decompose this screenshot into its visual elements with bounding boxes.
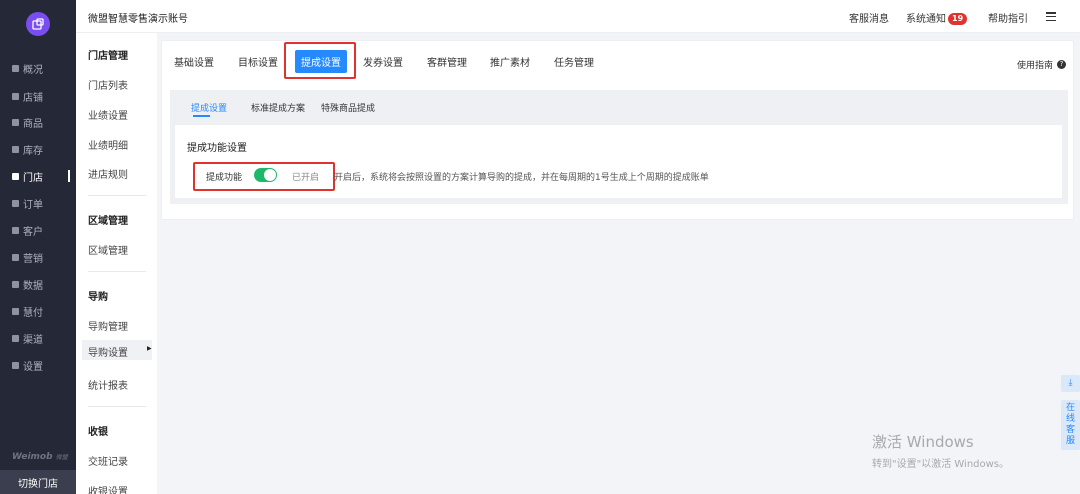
notice-count-badge: 19 xyxy=(948,13,968,25)
sub-nav-item[interactable]: 业绩设置 xyxy=(88,107,128,122)
sub-nav-item[interactable]: 区域管理 xyxy=(88,242,128,257)
brand-name: Weimob xyxy=(12,452,53,462)
divider xyxy=(88,406,146,407)
nav-label: 订单 xyxy=(23,199,43,211)
settings-area: 提成设置 标准提成方案 特殊商品提成 提成功能设置 提成功能 已开启 开启后，系… xyxy=(170,90,1068,204)
tab-basic-settings[interactable]: 基础设置 xyxy=(174,54,214,69)
nav-label: 门店 xyxy=(23,172,43,184)
sub-nav-section-title: 区域管理 xyxy=(88,216,128,227)
tab-promotion-materials[interactable]: 推广素材 xyxy=(490,54,530,69)
sub-nav-item[interactable]: 统计报表 xyxy=(88,377,128,392)
highlight-box xyxy=(284,42,356,79)
nav-item-pay[interactable]: 慧付 xyxy=(12,303,72,319)
nav-label: 客户 xyxy=(23,226,43,238)
service-message-link[interactable]: 客服消息 xyxy=(849,10,889,25)
subtab-special-goods[interactable]: 特殊商品提成 xyxy=(321,101,375,114)
nav-label: 慧付 xyxy=(23,307,43,319)
nav-label: 设置 xyxy=(23,361,43,373)
divider xyxy=(88,271,146,272)
nav-label: 商品 xyxy=(23,118,43,130)
windows-activation-watermark: 激活 Windows 转到"设置"以激活 Windows。 xyxy=(872,431,1009,470)
tab-coupon-settings[interactable]: 发券设置 xyxy=(363,54,403,69)
download-icon[interactable]: ⤓ xyxy=(1061,375,1080,392)
sub-nav-section-title: 门店管理 xyxy=(88,51,128,62)
system-notice-label: 系统通知 xyxy=(906,14,946,25)
sub-nav-item[interactable]: 交班记录 xyxy=(88,453,128,468)
online-service-label: 在线客服 xyxy=(1065,403,1075,446)
nav-item-settings[interactable]: 设置 xyxy=(12,357,72,373)
order-icon xyxy=(12,199,19,207)
watermark-title: 激活 Windows xyxy=(872,433,974,451)
stock-icon xyxy=(12,145,19,153)
sub-nav-section-title: 收银 xyxy=(88,427,108,438)
main-panel: 基础设置 目标设置 提成设置 发券设置 客群管理 推广素材 任务管理 使用指南?… xyxy=(161,40,1074,220)
sub-nav-item-label: 导购设置 xyxy=(88,348,128,359)
sub-nav-item[interactable]: 导购管理 xyxy=(88,318,128,333)
sub-nav-section-title: 导购 xyxy=(88,292,108,303)
subtab-underline xyxy=(193,115,210,117)
data-icon xyxy=(12,280,19,288)
account-name: 微盟智慧零售演示账号 xyxy=(88,14,188,25)
subtab-commission-settings[interactable]: 提成设置 xyxy=(191,101,227,114)
question-icon: ? xyxy=(1057,60,1067,69)
app-logo[interactable] xyxy=(26,12,50,36)
system-notice-link[interactable]: 系统通知 19 xyxy=(906,10,968,25)
left-nav: 概况 店铺 商品 库存 门店 订单 客户 营销 数据 慧付 渠道 设置 Weim… xyxy=(0,0,76,494)
sub-nav-item[interactable]: 进店规则 xyxy=(88,166,128,181)
nav-item-order[interactable]: 订单 xyxy=(12,195,72,211)
nav-item-marketing[interactable]: 营销 xyxy=(12,249,72,265)
overview-icon xyxy=(12,64,19,72)
nav-item-customer[interactable]: 客户 xyxy=(12,222,72,238)
caret-right-icon: ▶ xyxy=(147,345,152,352)
nav-label: 概况 xyxy=(23,64,43,76)
subtab-standard-plan[interactable]: 标准提成方案 xyxy=(251,101,305,114)
nav-label: 营销 xyxy=(23,253,43,265)
store-icon xyxy=(12,172,19,180)
nav-item-channel[interactable]: 渠道 xyxy=(12,330,72,346)
nav-item-shop[interactable]: 店铺 xyxy=(12,88,72,104)
nav-item-data[interactable]: 数据 xyxy=(12,276,72,292)
top-bar: 微盟智慧零售演示账号 客服消息 系统通知 19 帮助指引 xyxy=(76,0,1080,33)
switch-store-button[interactable]: 切换门店 xyxy=(0,470,76,494)
divider xyxy=(88,195,146,196)
sub-nav-item[interactable]: 业绩明细 xyxy=(88,137,128,152)
card-title: 提成功能设置 xyxy=(187,143,247,154)
nav-label: 渠道 xyxy=(23,334,43,346)
pay-icon xyxy=(12,307,19,315)
brand-logo: Weimob 微盟 xyxy=(12,452,68,462)
nav-item-store[interactable]: 门店 xyxy=(12,168,72,184)
nav-item-goods[interactable]: 商品 xyxy=(12,114,72,130)
nav-label: 库存 xyxy=(23,145,43,157)
sub-nav: 门店管理 门店列表 业绩设置 业绩明细 进店规则 区域管理 区域管理 导购 导购… xyxy=(76,33,157,494)
nav-label: 店铺 xyxy=(23,92,43,104)
online-service-button[interactable]: 在线客服 xyxy=(1061,400,1080,450)
commission-feature-card: 提成功能设置 提成功能 已开启 开启后，系统将会按照设置的方案计算导购的提成，并… xyxy=(175,125,1062,198)
sub-nav-item-selected[interactable]: 导购设置 ▶ xyxy=(82,340,152,360)
watermark-subtitle: 转到"设置"以激活 Windows。 xyxy=(872,459,1010,470)
usage-guide-label: 使用指南 xyxy=(1017,61,1054,71)
tab-task-management[interactable]: 任务管理 xyxy=(554,54,594,69)
settings-icon xyxy=(12,361,19,369)
nav-item-overview[interactable]: 概况 xyxy=(12,60,72,76)
usage-guide-link[interactable]: 使用指南? xyxy=(1017,58,1067,71)
feature-hint: 开启后，系统将会按照设置的方案计算导购的提成，并在每周期的1号生成上个周期的提成… xyxy=(334,173,709,183)
highlight-box xyxy=(193,162,335,191)
active-indicator xyxy=(68,170,70,182)
nav-item-stock[interactable]: 库存 xyxy=(12,141,72,157)
marketing-icon xyxy=(12,253,19,261)
brand-sub: 微盟 xyxy=(55,454,68,461)
menu-icon[interactable] xyxy=(1046,12,1056,21)
goods-icon xyxy=(12,118,19,126)
nav-label: 数据 xyxy=(23,280,43,292)
sub-nav-item[interactable]: 收银设置 xyxy=(88,483,128,494)
tab-target-settings[interactable]: 目标设置 xyxy=(238,54,278,69)
tab-customer-group[interactable]: 客群管理 xyxy=(427,54,467,69)
help-link[interactable]: 帮助指引 xyxy=(988,10,1028,25)
customer-icon xyxy=(12,226,19,234)
channel-icon xyxy=(12,334,19,342)
sub-nav-item[interactable]: 门店列表 xyxy=(88,77,128,92)
shop-icon xyxy=(12,92,19,100)
